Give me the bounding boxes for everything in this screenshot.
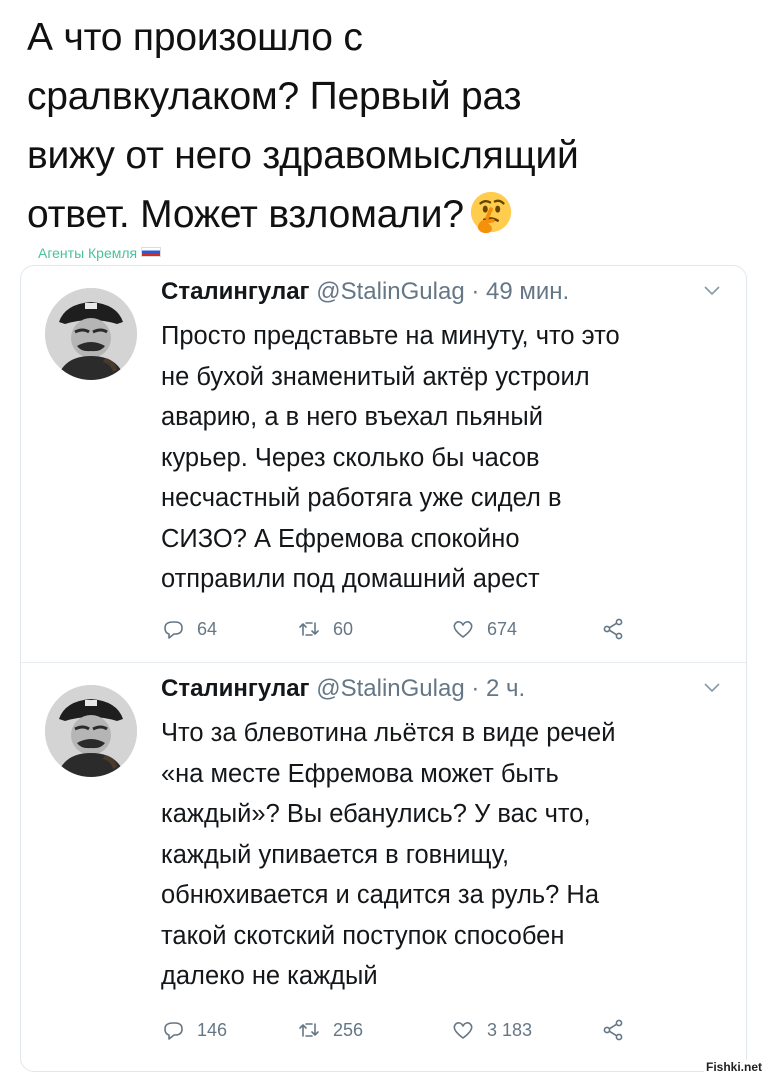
chevron-down-icon[interactable] <box>704 286 720 296</box>
separator: · <box>471 675 480 702</box>
channel-tag-label: Агенты Кремля <box>38 245 138 261</box>
tweet-text-line: каждый»? Вы ебанулись? У вас что, <box>161 800 591 828</box>
tweet-text-line: такой скотский поступок способен <box>161 921 565 950</box>
tweet-text-line: аварию, а в него въехал пьяный <box>161 403 543 431</box>
post-caption: А что произошло с сралвкулаком? Первый р… <box>27 8 747 244</box>
avatar[interactable] <box>45 685 137 777</box>
tweet-text-line: далеко не каждый <box>161 962 378 990</box>
thinking-face-icon <box>470 191 512 234</box>
share-icon <box>603 618 623 640</box>
screenshot-page: А что произошло с сралвкулаком? Первый р… <box>0 0 768 1080</box>
tweet-text-line: каждый упивается в говнищу, <box>161 840 510 869</box>
avatar-portrait-icon <box>45 288 137 380</box>
share-button[interactable] <box>601 1015 637 1045</box>
avatar[interactable] <box>45 288 137 380</box>
tweet-text-line: Что за блевотина льётся в виде речей <box>161 719 616 747</box>
tweet-text: Что за блевотина льётся в виде речей «на… <box>161 713 731 997</box>
tweet[interactable]: Сталингулаг @StalinGulag · 49 мин. Прост… <box>21 266 746 662</box>
heart-icon <box>453 1022 473 1039</box>
retweet-icon <box>299 1023 319 1037</box>
reply-icon <box>164 621 183 639</box>
tweet-actions: 146 256 3 183 <box>161 1015 641 1045</box>
reply-button[interactable]: 64 <box>161 614 217 644</box>
tweet-text-line: СИЗО? А Ефремова спокойно <box>161 524 520 553</box>
retweet-count: 256 <box>333 1019 364 1040</box>
russian-flag-icon <box>141 247 162 257</box>
tweet-text-line: не бухой знаменитый актёр устроил <box>161 362 590 391</box>
caption-line: сралвкулаком? Первый раз <box>27 75 522 118</box>
retweet-count: 60 <box>333 618 354 639</box>
author-handle[interactable]: @StalinGulag <box>316 675 464 702</box>
author-name[interactable]: Сталингулаг <box>161 278 310 305</box>
tweet-timestamp[interactable]: 49 мин. <box>486 278 569 305</box>
tweet-text-line: «на месте Ефремова может быть <box>161 759 559 788</box>
channel-tag[interactable]: Агенты Кремля <box>38 245 162 261</box>
caption-line: А что произошло с <box>27 16 363 59</box>
tweet-text-line: несчастный работяга уже сидел в <box>161 484 562 512</box>
retweet-button[interactable]: 256 <box>297 1015 363 1045</box>
tweet-header: Сталингулаг @StalinGulag · 2 ч. <box>161 675 525 703</box>
separator: · <box>471 278 480 305</box>
tweet-thread-card: Сталингулаг @StalinGulag · 49 мин. Прост… <box>20 265 747 1072</box>
heart-icon <box>453 621 473 638</box>
reply-count: 64 <box>197 618 218 639</box>
share-icon <box>603 1019 623 1041</box>
reply-icon <box>164 1022 183 1040</box>
like-button[interactable]: 674 <box>451 614 517 644</box>
like-count: 674 <box>487 618 518 639</box>
tweet-text-line: Просто представьте на минуту, что это <box>161 322 620 350</box>
author-handle[interactable]: @StalinGulag <box>316 278 464 305</box>
like-button[interactable]: 3 183 <box>451 1015 532 1045</box>
reply-count: 146 <box>197 1019 228 1040</box>
tweet-text-line: обнюхивается и садится за руль? На <box>161 881 600 909</box>
tweet-header: Сталингулаг @StalinGulag · 49 мин. <box>161 278 569 306</box>
tweet-text-line: курьер. Через сколько бы часов <box>161 443 540 472</box>
tweet-text: Просто представьте на минуту, что это не… <box>161 316 731 600</box>
retweet-button[interactable]: 60 <box>297 614 353 644</box>
retweet-icon <box>299 622 319 636</box>
tweet[interactable]: Сталингулаг @StalinGulag · 2 ч. Что за б… <box>21 663 746 1071</box>
chevron-down-icon[interactable] <box>704 683 720 693</box>
caption-line: ответ. Может взломали? <box>27 193 464 236</box>
tweet-timestamp[interactable]: 2 ч. <box>486 675 525 702</box>
reply-button[interactable]: 146 <box>161 1015 227 1045</box>
caption-line: вижу от него здравомыслящий <box>27 134 579 177</box>
avatar-portrait-icon <box>45 685 137 777</box>
tweet-actions: 64 60 674 <box>161 614 641 644</box>
caption-line-last: ответ. Может взломали? <box>27 185 747 244</box>
tweet-text-line: отправили под домашний арест <box>161 565 540 593</box>
author-name[interactable]: Сталингулаг <box>161 675 310 702</box>
watermark: Fishki.net <box>703 1060 764 1074</box>
share-button[interactable] <box>601 614 637 644</box>
like-count: 3 183 <box>487 1019 533 1040</box>
